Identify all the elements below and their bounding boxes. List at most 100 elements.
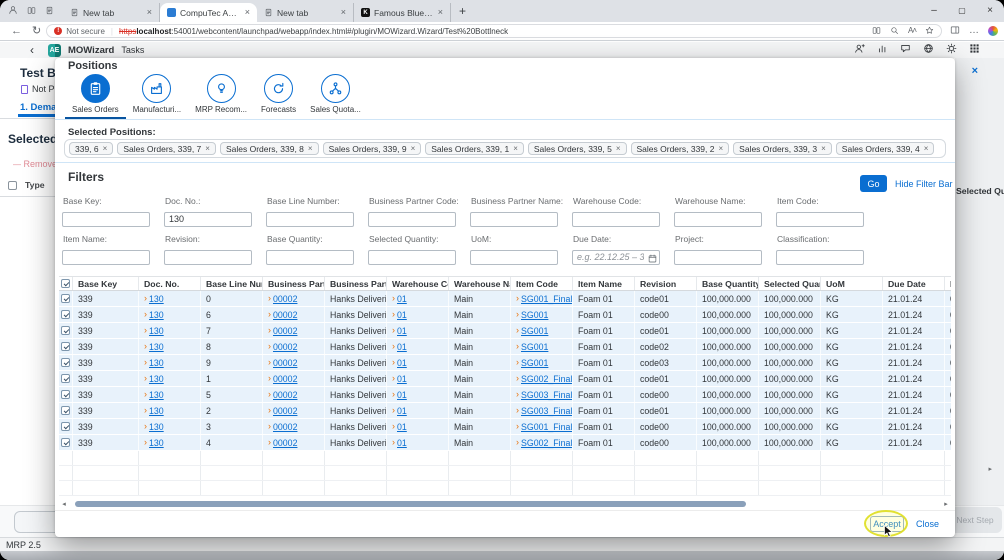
favorite-icon[interactable] xyxy=(925,26,934,37)
warehouse-code-link[interactable]: 01 xyxy=(397,342,407,352)
profile-icon[interactable] xyxy=(8,2,18,20)
business-partne-link[interactable]: 00002 xyxy=(273,310,297,320)
tab-manufacturi[interactable]: Manufacturi... xyxy=(126,71,188,119)
warehouse-code-link[interactable]: 01 xyxy=(397,358,407,368)
search-icon[interactable] xyxy=(890,26,899,37)
business-partne-link[interactable]: 00002 xyxy=(273,294,297,304)
tab-sales-quota[interactable]: Sales Quota... xyxy=(303,71,368,119)
next-step-button[interactable]: Next Step xyxy=(948,507,1002,533)
window-close-icon[interactable] xyxy=(976,6,1004,16)
go-button[interactable]: Go xyxy=(860,175,887,192)
row-checkbox[interactable] xyxy=(61,438,70,447)
browser-tab-famous-blue-raincoat-lyrics-lec[interactable]: KFamous Blue Raincoat Lyrics-Lec xyxy=(354,3,451,22)
table-row[interactable]: 339130500002Hanks Deliveries01MainSG003_… xyxy=(59,387,951,403)
browser-tab-new-tab[interactable]: New tab xyxy=(63,3,160,22)
warehouse-code-link[interactable]: 01 xyxy=(397,422,407,432)
item-code-link[interactable]: SG003_Final xyxy=(521,390,572,400)
calendar-icon[interactable] xyxy=(648,250,657,268)
filter-input-doc-no[interactable] xyxy=(164,212,252,227)
selected-position-chip[interactable]: Sales Orders, 339, 1 xyxy=(425,142,524,155)
new-tab-button[interactable] xyxy=(459,5,466,17)
column-header-warehouse-code[interactable]: Warehouse Code xyxy=(387,277,449,290)
select-all-checkbox[interactable] xyxy=(61,279,70,288)
browser-tab-new-tab[interactable]: New tab xyxy=(257,3,354,22)
selected-positions-tokenizer[interactable]: 339, 6Sales Orders, 339, 7Sales Orders, … xyxy=(64,139,946,158)
copilot-icon[interactable] xyxy=(988,26,998,36)
selected-position-chip[interactable]: Sales Orders, 339, 5 xyxy=(528,142,627,155)
row-checkbox[interactable] xyxy=(61,342,70,351)
item-code-link[interactable]: SG001 xyxy=(521,342,548,352)
column-header-revision[interactable]: Revision xyxy=(635,277,697,290)
selected-position-chip[interactable]: Sales Orders, 339, 3 xyxy=(733,142,832,155)
remove-button[interactable]: Remove xyxy=(13,159,57,169)
warehouse-code-link[interactable]: 01 xyxy=(397,374,407,384)
doc-no-link[interactable]: 130 xyxy=(149,422,164,432)
column-header-d[interactable]: D xyxy=(945,277,951,290)
column-header-uom[interactable]: UoM xyxy=(821,277,883,290)
selected-position-chip[interactable]: Sales Orders, 339, 9 xyxy=(323,142,422,155)
read-aloud-icon[interactable] xyxy=(908,27,916,35)
column-header-item-name[interactable]: Item Name xyxy=(573,277,635,290)
row-checkbox[interactable] xyxy=(61,294,70,303)
column-header-due-date[interactable]: Due Date xyxy=(883,277,945,290)
row-checkbox[interactable] xyxy=(61,358,70,367)
column-header-base-line-num[interactable]: Base Line Num... xyxy=(201,277,263,290)
column-header-business-partne[interactable]: Business Partne... xyxy=(325,277,387,290)
item-code-link[interactable]: SG001_Final xyxy=(521,422,572,432)
settings-icon[interactable] xyxy=(946,41,957,59)
column-header-doc-no[interactable]: Doc. No. xyxy=(139,277,201,290)
filter-input-item-code[interactable] xyxy=(776,212,864,227)
column-header-warehouse-name[interactable]: Warehouse Name xyxy=(449,277,511,290)
item-code-link[interactable]: SG001 xyxy=(521,310,548,320)
item-code-link[interactable]: SG001 xyxy=(521,326,548,336)
vertical-tabs-icon[interactable] xyxy=(45,2,54,20)
tab-close-icon[interactable] xyxy=(438,8,443,17)
doc-no-link[interactable]: 130 xyxy=(149,374,164,384)
tab-close-icon[interactable] xyxy=(147,8,152,17)
table-row[interactable]: 339130200002Hanks Deliveries01MainSG003_… xyxy=(59,403,951,419)
item-code-link[interactable]: SG003_Final xyxy=(521,406,572,416)
table-row[interactable]: 339130800002Hanks Deliveries01MainSG001F… xyxy=(59,339,951,355)
warehouse-code-link[interactable]: 01 xyxy=(397,438,407,448)
business-partne-link[interactable]: 00002 xyxy=(273,358,297,368)
row-checkbox[interactable] xyxy=(61,422,70,431)
panel-close-icon[interactable]: × xyxy=(972,66,978,77)
filter-input-warehouse-code[interactable] xyxy=(572,212,660,227)
doc-no-link[interactable]: 130 xyxy=(149,358,164,368)
accept-button[interactable]: Accept xyxy=(870,516,904,532)
filter-input-base-quantity[interactable] xyxy=(266,250,354,265)
business-partne-link[interactable]: 00002 xyxy=(273,406,297,416)
tab-forecasts[interactable]: Forecasts xyxy=(254,71,303,119)
tab-mrp-recom[interactable]: MRP Recom... xyxy=(188,71,254,119)
sidebar-icon[interactable] xyxy=(950,22,960,40)
select-all-checkbox-background[interactable] xyxy=(8,181,17,190)
doc-no-link[interactable]: 130 xyxy=(149,406,164,416)
row-checkbox[interactable] xyxy=(61,390,70,399)
filter-input-selected-quantity[interactable] xyxy=(368,250,456,265)
browser-tab-computec-appengine[interactable]: CompuTec AppEngine xyxy=(160,3,257,22)
table-row[interactable]: 339130900002Hanks Deliveries01MainSG001F… xyxy=(59,355,951,371)
column-header-item-code[interactable]: Item Code xyxy=(511,277,573,290)
back-icon[interactable] xyxy=(11,26,22,37)
table-row[interactable]: 339130700002Hanks Deliveries01MainSG001F… xyxy=(59,323,951,339)
selected-position-chip[interactable]: Sales Orders, 339, 2 xyxy=(631,142,730,155)
item-code-link[interactable]: SG002_Final xyxy=(521,438,572,448)
row-checkbox[interactable] xyxy=(61,326,70,335)
business-partne-link[interactable]: 00002 xyxy=(273,438,297,448)
column-header-base-key[interactable]: Base Key xyxy=(73,277,139,290)
filter-input-uom[interactable] xyxy=(470,250,558,265)
workspaces-icon[interactable] xyxy=(27,2,36,20)
business-partne-link[interactable]: 00002 xyxy=(273,422,297,432)
tab-close-icon[interactable] xyxy=(245,8,250,17)
warehouse-code-link[interactable]: 01 xyxy=(397,310,407,320)
url-field[interactable]: ! Not secure | httpslocalhost:54001/webc… xyxy=(46,24,942,38)
scrollbar-thumb[interactable] xyxy=(75,501,746,507)
row-checkbox[interactable] xyxy=(61,310,70,319)
refresh-icon[interactable] xyxy=(32,26,41,37)
chip-remove-icon[interactable] xyxy=(821,145,826,153)
hide-filter-bar-link[interactable]: Hide Filter Bar xyxy=(895,179,953,189)
chip-remove-icon[interactable] xyxy=(718,145,723,153)
business-partne-link[interactable]: 00002 xyxy=(273,326,297,336)
chip-remove-icon[interactable] xyxy=(616,145,621,153)
restore-icon[interactable] xyxy=(948,6,976,16)
